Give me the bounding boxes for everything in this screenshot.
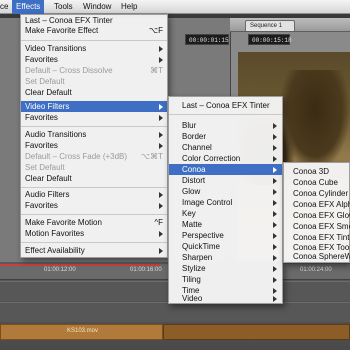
menu-item-conoa[interactable]: Conoa: [169, 164, 282, 175]
menu-item-color-correction[interactable]: Color Correction: [169, 153, 282, 164]
chevron-right-icon: [159, 104, 163, 110]
chevron-right-icon: [273, 296, 277, 302]
chevron-right-icon: [273, 233, 277, 239]
menu-item-audio-filters[interactable]: Audio Filters: [21, 189, 167, 200]
menu-separator: [21, 187, 167, 188]
menu-item-video-transition-favorites[interactable]: Favorites: [21, 54, 167, 65]
menu-item-conoa-efx-glow[interactable]: Conoa EFX Glow: [284, 210, 350, 221]
menu-item-conoa-spherewarp[interactable]: Conoa SphereWarp: [284, 251, 350, 262]
menu-item-glow[interactable]: Glow: [169, 186, 282, 197]
menu-item-audio-transitions[interactable]: Audio Transitions: [21, 129, 167, 140]
menu-item-clear-default[interactable]: Clear Default: [21, 87, 167, 98]
chevron-right-icon: [273, 266, 277, 272]
menu-item-conoa-efx-smooth[interactable]: Conoa EFX Smooth: [284, 221, 350, 232]
timeline-track: [0, 302, 350, 322]
menu-item-motion-favorites[interactable]: Motion Favorites: [21, 228, 167, 239]
menu-item-video-filters[interactable]: Video Filters: [21, 101, 167, 112]
conoa-submenu: Conoa 3D Conoa Cube Conoa Cylinder Conoa…: [283, 162, 350, 263]
chevron-right-icon: [273, 134, 277, 140]
menu-item-audio-filter-favorites[interactable]: Favorites: [21, 200, 167, 211]
menu-item-make-favorite-motion[interactable]: Make Favorite Motion ^F: [21, 217, 167, 228]
menu-item-set-default: Set Default: [25, 163, 65, 172]
chevron-right-icon: [159, 57, 163, 63]
chevron-right-icon: [273, 156, 277, 162]
clip-label: KS103.mov: [67, 328, 99, 334]
canvas-timecode[interactable]: 00:00:01:15: [185, 34, 229, 45]
menu-item-effect-availability[interactable]: Effect Availability: [21, 245, 167, 256]
menu-separator: [21, 214, 167, 215]
menu-item-distort[interactable]: Distort: [169, 175, 282, 186]
chevron-right-icon: [159, 143, 163, 149]
tab-sequence-1[interactable]: Sequence 1: [245, 20, 295, 31]
menubar-item-window[interactable]: Window: [79, 0, 115, 14]
menu-item-conoa-efx-alpha[interactable]: Conoa EFX Alpha: [284, 199, 350, 210]
chevron-right-icon: [273, 145, 277, 151]
menu-item-perspective[interactable]: Perspective: [169, 230, 282, 241]
chevron-right-icon: [273, 167, 277, 173]
menubar-item-effects[interactable]: Effects: [12, 0, 45, 14]
effects-menu: Last – Conoa EFX Tinter Make Favorite Ef…: [20, 14, 168, 258]
menu-item-default-cross-dissolve: Default – Cross Dissolve ⌘T: [25, 66, 163, 75]
chevron-right-icon: [159, 46, 163, 52]
ruler-label: 01:00:16:00: [130, 267, 162, 273]
chevron-right-icon: [159, 203, 163, 209]
menu-item-clear-default[interactable]: Clear Default: [21, 173, 167, 184]
sequence-timecode[interactable]: 00:00:15:18: [248, 34, 292, 45]
chevron-right-icon: [159, 248, 163, 254]
menubar-item-help[interactable]: Help: [117, 0, 141, 14]
menu-separator: [21, 242, 167, 243]
menubar-item-sequence[interactable]: ce: [0, 0, 12, 14]
menu-item-conoa-3d[interactable]: Conoa 3D: [284, 166, 350, 177]
chevron-right-icon: [273, 178, 277, 184]
menu-separator: [21, 126, 167, 127]
menu-item-matte[interactable]: Matte: [169, 219, 282, 230]
ruler-label: 01:00:24:00: [300, 267, 332, 273]
chevron-right-icon: [273, 200, 277, 206]
menu-bar: ce Effects Tools Window Help: [0, 0, 350, 14]
menu-item-audio-transition-favorites[interactable]: Favorites: [21, 140, 167, 151]
timeline-clip[interactable]: KS103.mov: [0, 324, 163, 340]
chevron-right-icon: [273, 189, 277, 195]
menu-item-key[interactable]: Key: [169, 208, 282, 219]
chevron-right-icon: [273, 211, 277, 217]
timeline-clip[interactable]: [163, 324, 350, 340]
menubar-item-tools[interactable]: Tools: [50, 0, 77, 14]
shortcut-label: ⌥F: [148, 26, 163, 35]
video-filters-submenu: Last – Conoa EFX Tinter Blur Border Chan…: [168, 96, 283, 304]
menu-item-last-video-filter[interactable]: Last – Conoa EFX Tinter: [169, 100, 282, 111]
chevron-right-icon: [159, 231, 163, 237]
menu-item-make-favorite-effect[interactable]: Make Favorite Effect ⌥F: [21, 25, 167, 36]
menu-item-conoa-cylinder[interactable]: Conoa Cylinder: [284, 188, 350, 199]
menu-item-video-filter-favorites[interactable]: Favorites: [21, 112, 167, 123]
shortcut-label: ^F: [154, 218, 163, 227]
menu-separator: [21, 40, 167, 41]
menu-item-tiling[interactable]: Tiling: [169, 274, 282, 285]
chevron-right-icon: [159, 192, 163, 198]
ruler-label: 01:00:12:00: [44, 267, 76, 273]
menu-item-quicktime[interactable]: QuickTime: [169, 241, 282, 252]
menu-item-sharpen[interactable]: Sharpen: [169, 252, 282, 263]
menu-item-set-default: Set Default: [25, 77, 65, 86]
chevron-right-icon: [273, 222, 277, 228]
shortcut-label: ⌥⌘T: [140, 152, 163, 161]
menu-item-blur[interactable]: Blur: [169, 120, 282, 131]
chevron-right-icon: [273, 123, 277, 129]
menu-item-border[interactable]: Border: [169, 131, 282, 142]
menu-item-image-control[interactable]: Image Control: [169, 197, 282, 208]
menu-item-stylize[interactable]: Stylize: [169, 263, 282, 274]
menu-item-default-cross-fade: Default – Cross Fade (+3dB) ⌥⌘T: [25, 152, 163, 161]
chevron-right-icon: [273, 244, 277, 250]
chevron-right-icon: [273, 255, 277, 261]
menu-item-conoa-cube[interactable]: Conoa Cube: [284, 177, 350, 188]
chevron-right-icon: [159, 132, 163, 138]
menu-item-video[interactable]: Video: [169, 293, 282, 304]
menu-separator: [169, 114, 282, 115]
shortcut-label: ⌘T: [150, 66, 163, 75]
in-out-range-bar: [0, 264, 160, 266]
menu-item-channel[interactable]: Channel: [169, 142, 282, 153]
chevron-right-icon: [159, 115, 163, 121]
menu-item-video-transitions[interactable]: Video Transitions: [21, 43, 167, 54]
chevron-right-icon: [273, 277, 277, 283]
